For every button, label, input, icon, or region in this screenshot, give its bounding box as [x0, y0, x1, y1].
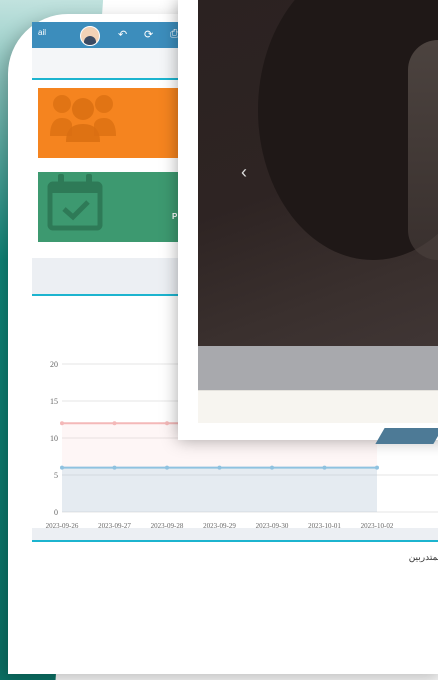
refresh-icon[interactable]: ⟳	[144, 28, 153, 41]
data-point	[60, 465, 64, 470]
series-area	[62, 467, 377, 512]
data-point	[112, 465, 117, 470]
data-point	[60, 421, 64, 426]
data-point	[375, 465, 379, 470]
data-point	[112, 421, 117, 426]
y-tick-label: 20	[50, 360, 58, 369]
undo-icon[interactable]: ↶	[118, 28, 127, 41]
y-tick-label: 5	[54, 471, 58, 480]
tile-label-fragment: P	[172, 212, 178, 221]
trainee-evaluation-panel: تقييم المتدربين	[32, 542, 438, 644]
x-tick-label: 2023-09-27	[98, 522, 131, 528]
data-point	[322, 465, 327, 470]
lightbox-footer	[198, 390, 438, 423]
data-point	[165, 465, 169, 470]
lightbox-prev-button[interactable]: ‹	[234, 160, 254, 184]
photo-background	[408, 40, 438, 260]
stat-tile-calendar[interactable]: P	[38, 172, 188, 242]
user-name-fragment[interactable]: ail	[38, 28, 46, 37]
x-tick-label: 2023-09-30	[256, 522, 289, 528]
lightbox-caption-bar	[198, 346, 438, 390]
x-tick-label: 2023-09-29	[203, 522, 236, 528]
x-tick-label: 2023-10-02	[361, 522, 394, 528]
lightbox-tab	[375, 428, 438, 444]
calendar-check-icon	[47, 174, 103, 231]
stat-tile-users[interactable]	[38, 88, 188, 158]
x-tick-label: 2023-09-28	[151, 522, 184, 528]
data-point	[165, 421, 169, 426]
data-point	[217, 465, 222, 470]
x-tick-label: 2023-10-01	[308, 522, 341, 528]
panel-title: تقييم المتدربين	[408, 552, 438, 562]
x-tick-label: 2023-09-26	[46, 522, 79, 528]
data-point	[270, 465, 274, 470]
y-tick-label: 10	[50, 434, 58, 443]
avatar[interactable]	[80, 26, 100, 46]
y-tick-label: 0	[54, 508, 58, 517]
y-tick-label: 15	[50, 397, 58, 406]
users-icon	[50, 95, 116, 142]
